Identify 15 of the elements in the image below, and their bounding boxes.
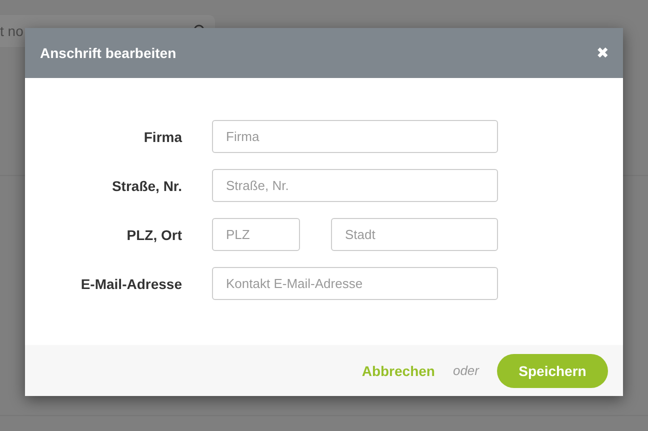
field-label: Straße, Nr.	[110, 178, 182, 194]
input-field[interactable]: PLZ	[212, 218, 300, 251]
field-label: E-Mail-Adresse	[80, 276, 182, 292]
dialog-title: Anschrift bearbeiten	[40, 45, 176, 61]
separator-text: oder	[452, 363, 479, 378]
search-text: t no	[0, 23, 24, 39]
input-field[interactable]: Stadt	[331, 218, 498, 251]
field-label: Firma	[142, 128, 182, 144]
input-field[interactable]: Straße, Nr.	[212, 169, 498, 202]
input-field[interactable]: Kontakt E-Mail-Adresse	[212, 267, 498, 300]
save-button[interactable]: Speichern	[497, 354, 608, 388]
close-button[interactable]: ✖	[596, 44, 609, 62]
input-field[interactable]: Firma	[212, 120, 498, 153]
cancel-link[interactable]: Abbrechen	[362, 362, 435, 378]
field-label: PLZ, Ort	[126, 226, 182, 242]
